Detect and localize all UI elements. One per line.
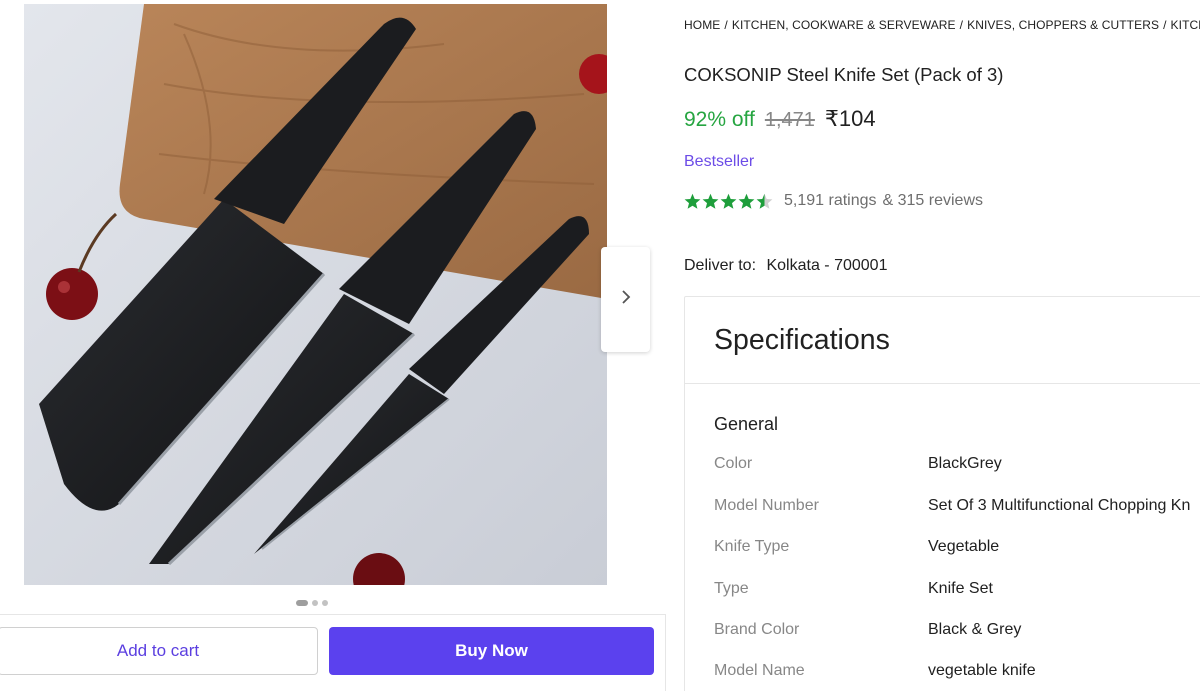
spec-row-model-number: Model Number Set Of 3 Multifunctional Ch… [714,497,1190,515]
spec-key: Type [714,580,749,597]
spec-group-title: General [714,414,779,434]
breadcrumb-item[interactable]: KNIVES, CHOPPERS & CUTTERS [967,18,1159,32]
breadcrumb-item[interactable]: KITCHEN [1171,18,1200,32]
deliver-label: Deliver to: [684,257,757,274]
add-to-cart-button[interactable]: Add to cart [0,627,318,675]
spec-key: Brand Color [714,621,800,638]
breadcrumb-item[interactable]: KITCHEN, COOKWARE & SERVEWARE [732,18,956,32]
spec-row-model-name: Model Name vegetable knife [714,662,1036,680]
spec-value: Set Of 3 Multifunctional Chopping Kn [928,497,1191,514]
spec-value: Knife Set [928,580,993,597]
delivery-pincode[interactable]: Kolkata - 700001 [766,257,887,274]
product-title: COKSONIP Steel Knife Set (Pack of 3) [684,64,1004,85]
buy-now-button[interactable]: Buy Now [329,627,654,675]
pagination-dot[interactable] [322,600,328,606]
spec-key: Knife Type [714,538,790,555]
discount-percent: 92% off [684,108,755,131]
chevron-right-icon [621,290,631,309]
ratings-count: 5,191 ratings [784,192,877,209]
star-rating [684,192,774,210]
rating-summary[interactable]: 5,191 ratings & 315 reviews [684,192,983,210]
spec-value: vegetable knife [928,662,1036,679]
specifications-heading: Specifications [685,297,1200,384]
delivery-location: Deliver to: Kolkata - 700001 [684,257,887,275]
product-image[interactable] [24,4,607,585]
spec-key: Model Number [714,497,819,514]
knife-set-photo [24,4,607,585]
spec-key: Color [714,455,753,472]
spec-row-knife-type: Knife Type Vegetable [714,538,999,556]
breadcrumb: HOME / KITCHEN, COOKWARE & SERVEWARE / KNIVE… [684,18,1200,32]
pagination-dot[interactable] [312,600,318,606]
spec-row-color: Color BlackGrey [714,455,1002,473]
price-row: 92% off 1,471 ₹104 [684,106,876,132]
breadcrumb-item[interactable]: HOME [684,18,720,32]
specifications-card: Specifications General Color BlackGrey M… [684,296,1200,691]
original-price: 1,471 [764,109,815,131]
selling-price: ₹104 [824,106,876,131]
spec-row-type: Type Knife Set [714,580,993,598]
reviews-count: & 315 reviews [882,192,984,209]
spec-value: Black & Grey [928,621,1022,638]
spec-key: Model Name [714,662,805,679]
next-image-button[interactable] [601,247,650,352]
spec-row-brand-color: Brand Color Black & Grey [714,621,1021,639]
bestseller-badge: Bestseller [684,153,755,170]
spec-value: BlackGrey [928,455,1002,472]
spec-value: Vegetable [928,538,1000,555]
action-bar: Add to cart Buy Now [0,614,666,691]
pagination-dot[interactable] [296,600,308,606]
image-pagination [296,600,328,606]
